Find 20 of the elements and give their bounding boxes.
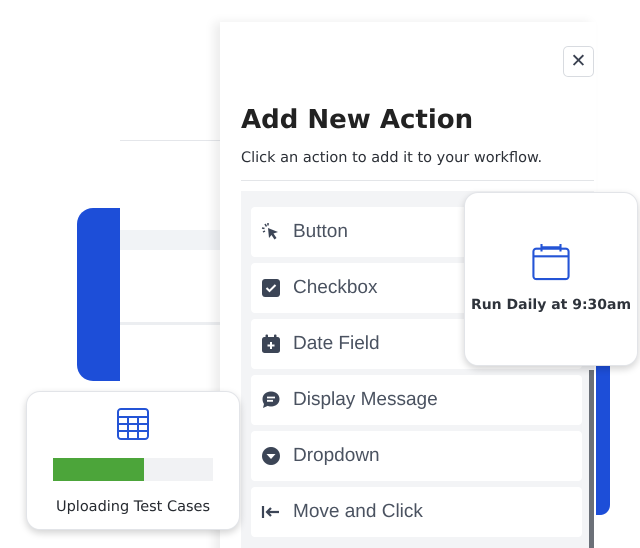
action-label: Move and Click — [293, 501, 423, 523]
chat-bubble-icon — [261, 390, 281, 410]
calendar-icon — [531, 243, 571, 281]
action-item[interactable]: Display Message — [251, 375, 582, 425]
action-label: Checkbox — [293, 277, 378, 299]
dialog-title: Add New Action — [241, 104, 474, 136]
upload-label: Uploading Test Cases — [56, 499, 210, 515]
scrollbar[interactable] — [589, 370, 594, 548]
dialog-subtitle: Click an action to add it to your workflow. — [241, 149, 544, 168]
table-icon — [117, 408, 149, 440]
action-label: Display Message — [293, 389, 438, 411]
action-label: Date Field — [293, 333, 380, 355]
checkbox-icon — [261, 278, 281, 298]
close-button[interactable]: ✕ — [563, 46, 594, 77]
action-label: Button — [293, 221, 348, 243]
action-label: Dropdown — [293, 445, 380, 467]
caret-circle-icon — [261, 446, 281, 466]
action-item[interactable]: Move and Click — [251, 487, 582, 537]
action-item[interactable]: Dropdown — [251, 431, 582, 481]
calendar-plus-icon — [261, 334, 281, 354]
